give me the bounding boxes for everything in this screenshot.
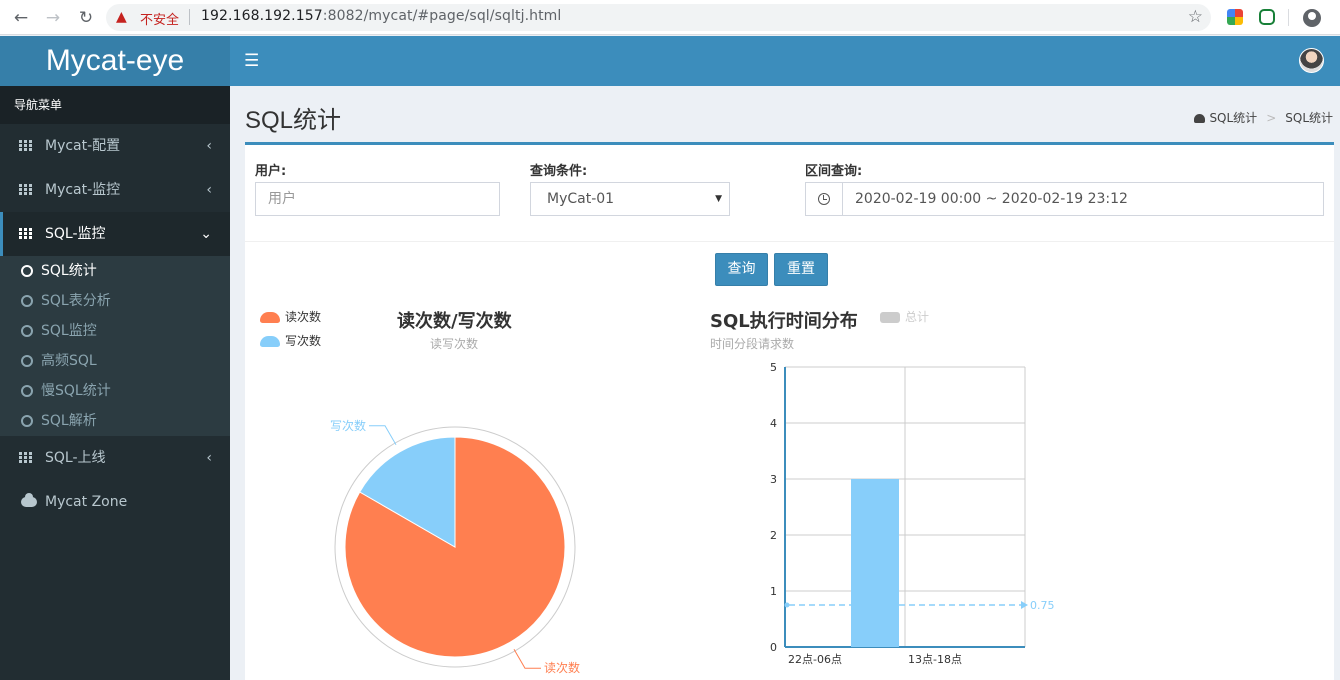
pie-label-line	[369, 425, 397, 446]
bar	[851, 479, 899, 647]
sidebar-subitem-label: SQL监控	[41, 323, 97, 339]
sidebar-header: 导航菜单	[0, 86, 230, 124]
sidebar-subitem-sql-parse[interactable]: SQL解析	[0, 406, 230, 436]
pie-label-line	[513, 648, 541, 669]
sidebar: 导航菜单 Mycat-配置 ‹ Mycat-监控 ‹ SQL-监控 ⌄ SQL统…	[0, 86, 230, 680]
sidebar-submenu: SQL统计 SQL表分析 SQL监控 高频SQL 慢SQL统计 SQL解析	[0, 256, 230, 436]
sidebar-item-sql-deploy[interactable]: SQL-上线 ‹	[0, 436, 230, 480]
y-tick-label: 2	[770, 529, 777, 542]
address-bar[interactable]: ▲ 不安全 192.168.192.157:8082/mycat/#page/s…	[106, 4, 1211, 31]
circle-icon	[21, 385, 33, 397]
circle-icon	[21, 325, 33, 337]
user-label: 用户:	[255, 164, 287, 179]
extension-icon[interactable]	[1259, 9, 1275, 25]
circle-icon	[21, 295, 33, 307]
sidebar-subitem-sql-table-analysis[interactable]: SQL表分析	[0, 286, 230, 316]
user-input[interactable]: 用户	[255, 182, 500, 216]
pie-chart: 读次数 写次数	[330, 418, 580, 675]
sidebar-item-label: SQL-上线	[45, 450, 106, 466]
grid-icon	[19, 228, 32, 239]
forward-icon[interactable]: →	[42, 7, 64, 29]
browser-toolbar: ← → ↻ ▲ 不安全 192.168.192.157:8082/mycat/#…	[0, 0, 1340, 35]
bookmark-star-icon[interactable]: ☆	[1188, 7, 1203, 27]
sidebar-subitem-slow-sql[interactable]: 慢SQL统计	[0, 376, 230, 406]
grid-icon	[19, 140, 32, 151]
reload-icon[interactable]: ↻	[75, 7, 97, 29]
grid-icon	[19, 184, 32, 195]
circle-icon	[21, 415, 33, 427]
sidebar-subitem-label: SQL统计	[41, 263, 97, 279]
y-tick-label: 5	[770, 361, 777, 374]
pie-slice-label: 写次数	[330, 418, 366, 433]
sidebar-subitem-frequent-sql[interactable]: 高频SQL	[0, 346, 230, 376]
profile-icon[interactable]	[1303, 9, 1321, 27]
url-host: 192.168.192.157	[201, 8, 323, 24]
sidebar-item-mycat-config[interactable]: Mycat-配置 ‹	[0, 124, 230, 168]
condition-select[interactable]: MyCat-01 ▼	[530, 182, 730, 216]
sidebar-item-label: Mycat-配置	[45, 138, 121, 154]
y-tick-label: 0	[770, 641, 777, 654]
extension-icon[interactable]	[1227, 9, 1243, 25]
url-separator	[189, 9, 190, 25]
average-line-label: 0.75	[1030, 599, 1055, 612]
warning-icon: ▲	[116, 9, 127, 25]
average-line-marker	[784, 602, 790, 608]
dashboard-icon	[1194, 114, 1206, 123]
main-box: 用户: 用户 查询条件: MyCat-01 ▼ 区间查询: 2020-02-19…	[245, 142, 1334, 680]
sidebar-toggle-icon[interactable]: ☰	[244, 51, 259, 71]
pie-slice-label: 读次数	[544, 660, 580, 675]
chevron-left-icon: ‹	[206, 182, 212, 198]
avatar[interactable]	[1299, 48, 1324, 73]
y-tick-label: 1	[770, 585, 777, 598]
reset-button[interactable]: 重置	[774, 253, 828, 286]
chevron-left-icon: ‹	[206, 450, 212, 466]
page-title: SQL统计	[245, 107, 342, 134]
sidebar-item-mycat-monitor[interactable]: Mycat-监控 ‹	[0, 168, 230, 212]
breadcrumb: SQL统计 > SQL统计	[1194, 109, 1333, 126]
chevron-left-icon: ‹	[206, 138, 212, 154]
chevron-down-icon: ⌄	[200, 226, 212, 242]
dropdown-arrow-icon: ▼	[715, 194, 722, 204]
sidebar-item-mycat-zone[interactable]: Mycat Zone	[0, 480, 230, 524]
y-tick-label: 3	[770, 473, 777, 486]
app-logo[interactable]: Mycat-eye	[0, 36, 230, 86]
sidebar-subitem-sql-monitor[interactable]: SQL监控	[0, 316, 230, 346]
x-tick-label: 22点-06点	[788, 653, 842, 666]
sidebar-item-label: Mycat Zone	[45, 494, 128, 510]
sidebar-subitem-label: SQL解析	[41, 413, 97, 429]
top-navbar: ☰	[230, 36, 1340, 86]
breadcrumb-item: SQL统计	[1285, 111, 1333, 125]
circle-icon	[21, 355, 33, 367]
date-range-addon[interactable]	[805, 182, 843, 216]
sidebar-subitem-label: 慢SQL统计	[41, 383, 111, 399]
circle-icon	[21, 265, 33, 277]
sidebar-item-sql-monitor[interactable]: SQL-监控 ⌄	[0, 212, 230, 256]
sidebar-item-label: Mycat-监控	[45, 182, 121, 198]
range-label: 区间查询:	[805, 164, 863, 179]
url-text: 192.168.192.157:8082/mycat/#page/sql/sql…	[201, 8, 561, 24]
sidebar-subitem-label: 高频SQL	[41, 353, 97, 369]
toolbar-divider	[1288, 9, 1289, 26]
url-path: :8082/mycat/#page/sql/sqltj.html	[322, 8, 562, 24]
breadcrumb-item[interactable]: SQL统计	[1209, 111, 1257, 125]
sidebar-subitem-sql-stats[interactable]: SQL统计	[0, 256, 230, 286]
y-tick-label: 4	[770, 417, 777, 430]
query-button[interactable]: 查询	[715, 253, 768, 286]
x-tick-label: 13点-18点	[908, 653, 962, 666]
cloud-icon	[21, 493, 37, 507]
back-icon[interactable]: ←	[10, 7, 32, 29]
divider	[245, 241, 1334, 242]
sidebar-item-label: SQL-监控	[45, 226, 106, 242]
date-range-input[interactable]: 2020-02-19 00:00 ~ 2020-02-19 23:12	[842, 182, 1324, 216]
condition-label: 查询条件:	[530, 164, 588, 179]
insecure-label: 不安全	[140, 13, 180, 28]
clock-icon	[818, 193, 830, 205]
sidebar-subitem-label: SQL表分析	[41, 293, 111, 309]
condition-value: MyCat-01	[547, 191, 615, 207]
grid-icon	[19, 452, 32, 463]
bar-chart: 0 1 2 3 4 5 22点-06点 13点-18点 0.75	[770, 361, 1055, 666]
breadcrumb-separator: >	[1266, 111, 1277, 125]
